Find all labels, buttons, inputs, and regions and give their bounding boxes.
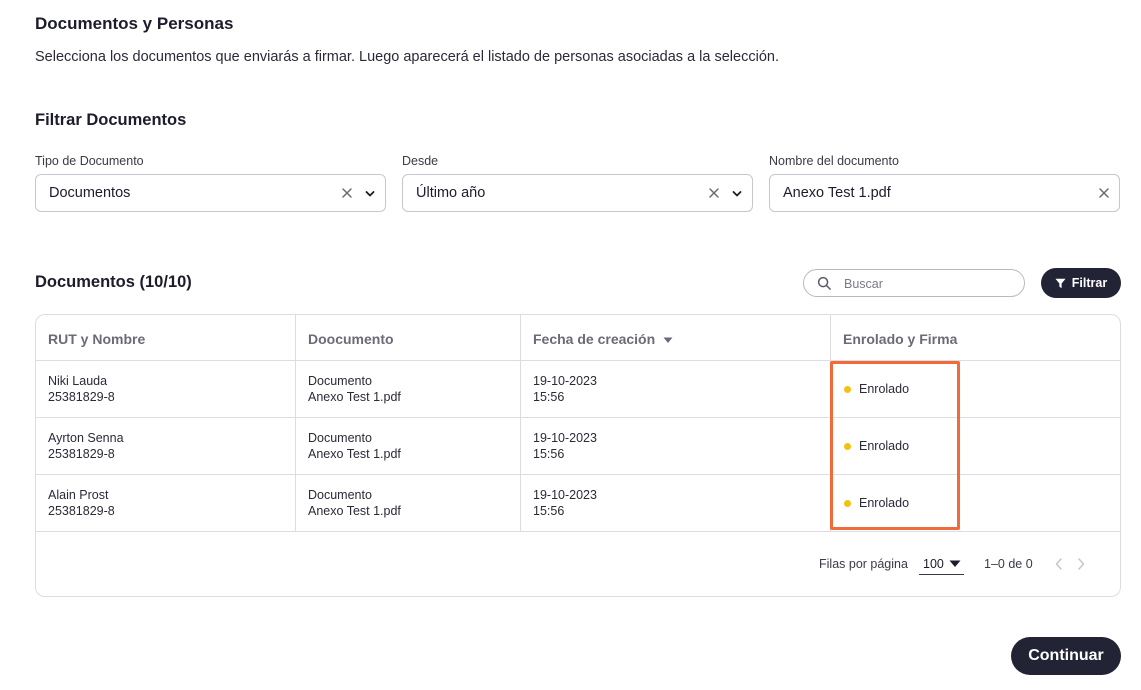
document-type: Documento: [308, 488, 372, 502]
creation-date: 19-10-2023: [533, 431, 597, 445]
person-rut: 25381829-8: [48, 504, 115, 518]
clear-icon[interactable]: [340, 186, 354, 200]
rows-per-page-label: Filas por página: [819, 557, 908, 571]
table-row[interactable]: Ayrton Senna 25381829-8 Documento Anexo …: [36, 418, 1120, 475]
rows-per-page-select[interactable]: 100: [919, 555, 964, 575]
pagination-range: 1–0 de 0: [984, 557, 1033, 571]
table-row[interactable]: Niki Lauda 25381829-8 Documento Anexo Te…: [36, 361, 1120, 418]
filter-button[interactable]: Filtrar: [1041, 268, 1121, 298]
creation-time: 15:56: [533, 447, 565, 461]
status-badge: Enrolado: [859, 439, 910, 453]
filter-icon: [1055, 278, 1066, 288]
filter-section-title: Filtrar Documentos: [35, 111, 187, 129]
nombre-documento-label: Nombre del documento: [769, 154, 899, 168]
document-name: Anexo Test 1.pdf: [308, 447, 401, 461]
cell-documento: Documento Anexo Test 1.pdf: [308, 373, 401, 405]
table-row[interactable]: Alain Prost 25381829-8 Documento Anexo T…: [36, 475, 1120, 532]
nombre-documento-input[interactable]: Anexo Test 1.pdf: [769, 174, 1120, 212]
person-name: Alain Prost: [48, 488, 109, 502]
person-rut: 25381829-8: [48, 447, 115, 461]
desde-select[interactable]: Último año: [402, 174, 753, 212]
page-subtitle: Selecciona los documentos que enviarás a…: [35, 49, 779, 65]
documents-title: Documentos (10/10): [35, 273, 192, 291]
document-name: Anexo Test 1.pdf: [308, 390, 401, 404]
table-header: RUT y Nombre Doocumento Fecha de creació…: [36, 315, 1120, 361]
column-header-fecha-label: Fecha de creación: [533, 331, 656, 347]
document-type: Documento: [308, 374, 372, 388]
continue-button[interactable]: Continuar: [1011, 637, 1121, 675]
document-name: Anexo Test 1.pdf: [308, 504, 401, 518]
page: Documentos y Personas Selecciona los doc…: [0, 0, 1141, 690]
status-dot-icon: [844, 500, 851, 507]
creation-date: 19-10-2023: [533, 488, 597, 502]
chevron-down-icon[interactable]: [730, 187, 744, 201]
cell-fecha: 19-10-2023 15:56: [533, 373, 597, 405]
column-header-enrolado-firma[interactable]: Enrolado y Firma: [843, 315, 957, 361]
chevron-left-icon[interactable]: [1053, 557, 1065, 571]
creation-time: 15:56: [533, 390, 565, 404]
cell-fecha: 19-10-2023 15:56: [533, 487, 597, 519]
chevron-down-icon[interactable]: [363, 187, 377, 201]
status-dot-icon: [844, 443, 851, 450]
chevron-right-icon[interactable]: [1075, 557, 1087, 571]
caret-down-icon: [949, 560, 961, 567]
person-name: Niki Lauda: [48, 374, 108, 388]
tipo-documento-label: Tipo de Documento: [35, 154, 144, 168]
tipo-documento-value: Documentos: [49, 185, 131, 201]
status-badge: Enrolado: [859, 382, 910, 396]
status-dot-icon: [844, 386, 851, 393]
document-type: Documento: [308, 431, 372, 445]
search-icon: [817, 276, 831, 290]
search-box: [803, 269, 1025, 297]
tipo-documento-select[interactable]: Documentos: [35, 174, 386, 212]
clear-icon[interactable]: [1097, 186, 1111, 200]
cell-rut-nombre: Niki Lauda 25381829-8: [48, 373, 115, 405]
status-badge: Enrolado: [859, 496, 910, 510]
column-header-rut-nombre[interactable]: RUT y Nombre: [48, 315, 145, 361]
rows-per-page-value: 100: [923, 557, 944, 571]
person-name: Ayrton Senna: [48, 431, 124, 445]
creation-time: 15:56: [533, 504, 565, 518]
cell-rut-nombre: Ayrton Senna 25381829-8: [48, 430, 124, 462]
column-header-documento[interactable]: Doocumento: [308, 315, 394, 361]
search-input[interactable]: [842, 274, 1017, 294]
filter-button-label: Filtrar: [1071, 276, 1108, 290]
column-header-fecha[interactable]: Fecha de creación: [533, 315, 673, 361]
cell-rut-nombre: Alain Prost 25381829-8: [48, 487, 115, 519]
nombre-documento-value: Anexo Test 1.pdf: [783, 185, 891, 201]
page-title: Documentos y Personas: [35, 14, 234, 33]
cell-fecha: 19-10-2023 15:56: [533, 430, 597, 462]
desde-label: Desde: [402, 154, 439, 168]
cell-documento: Documento Anexo Test 1.pdf: [308, 430, 401, 462]
clear-icon[interactable]: [707, 186, 721, 200]
person-rut: 25381829-8: [48, 390, 115, 404]
desde-value: Último año: [416, 185, 486, 201]
cell-documento: Documento Anexo Test 1.pdf: [308, 487, 401, 519]
sort-desc-icon[interactable]: [663, 337, 673, 344]
creation-date: 19-10-2023: [533, 374, 597, 388]
